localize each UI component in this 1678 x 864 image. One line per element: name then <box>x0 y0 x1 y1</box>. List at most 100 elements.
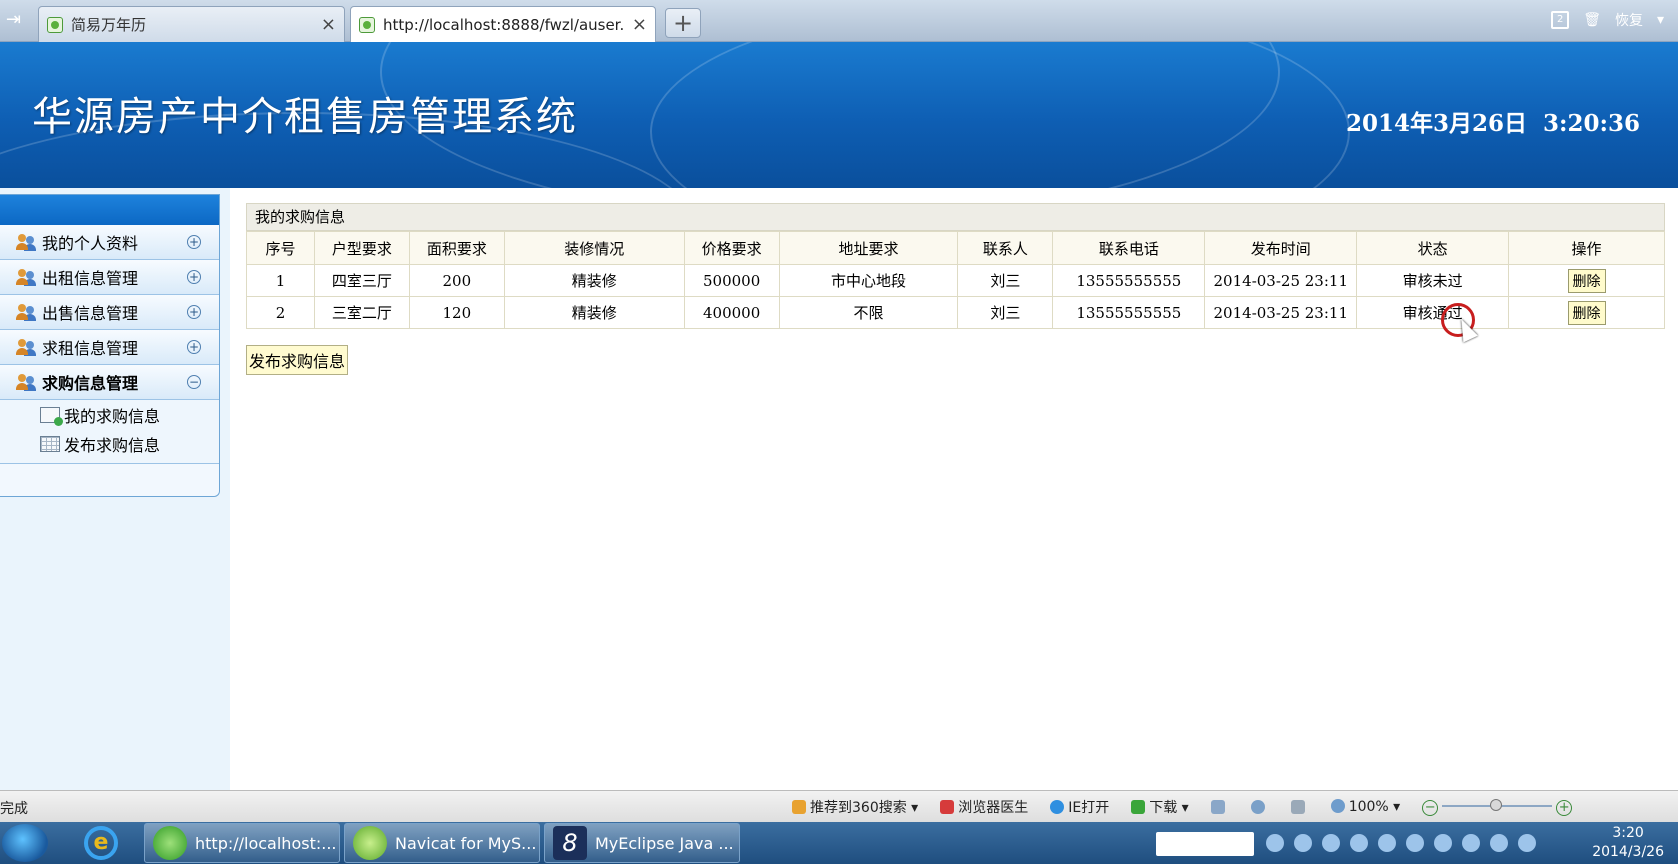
browser-doctor-button[interactable]: 浏览器医生 <box>940 797 1028 817</box>
users-icon <box>16 303 38 321</box>
users-icon <box>16 268 38 286</box>
ie-open-label: IE打开 <box>1068 800 1110 816</box>
cell-contact: 刘三 <box>957 296 1054 329</box>
browser-tab-calendar[interactable]: 简易万年历 × <box>38 6 345 42</box>
download-arrow-icon <box>1131 800 1146 814</box>
tray-app-icon[interactable] <box>1350 834 1368 852</box>
column-header: 联系电话 <box>1052 231 1206 265</box>
thumbs-up-icon <box>792 800 806 814</box>
zoom-thumb[interactable] <box>1490 798 1503 811</box>
expand-icon[interactable]: + <box>187 305 201 319</box>
cell-layout: 四室三厅 <box>313 264 410 297</box>
column-header: 户型要求 <box>313 231 410 265</box>
download-label: 下载 <box>1149 800 1178 816</box>
ie-pinned-icon[interactable]: e <box>84 826 118 860</box>
chevron-down-icon[interactable]: ▾ <box>1657 12 1664 28</box>
sidebar-item-seek-rent[interactable]: 求租信息管理 + <box>0 330 219 365</box>
tray-search-box[interactable] <box>1156 832 1254 856</box>
restore-button[interactable]: 恢复 <box>1615 10 1643 30</box>
shield-icon[interactable] <box>1250 800 1265 814</box>
cell-decoration: 精装修 <box>503 296 685 329</box>
tray-app-icon[interactable] <box>1490 834 1508 852</box>
cell-action: 删除 <box>1508 296 1665 329</box>
system-clock[interactable]: 3:20 2014/3/26 <box>1592 824 1664 862</box>
site-header-banner: 华源房产中介租售房管理系统 2014年3月26日 3:20:36 <box>0 42 1678 188</box>
sidebar-item-sell[interactable]: 出售信息管理 + <box>0 295 219 330</box>
sidebar-item-seek-buy[interactable]: 求购信息管理 − <box>0 365 219 400</box>
ie-open-button[interactable]: IE打开 <box>1050 797 1109 817</box>
monitor-icon[interactable] <box>1462 834 1480 852</box>
browser-360-icon <box>153 826 187 860</box>
taskbar-item-navicat[interactable]: Navicat for MyS... <box>344 823 540 863</box>
column-header: 操作 <box>1508 231 1665 265</box>
column-header: 地址要求 <box>778 231 959 265</box>
sidebar-toggle-icon[interactable]: ⇥ <box>6 10 28 30</box>
search-icon[interactable] <box>1518 834 1536 852</box>
expand-icon[interactable]: + <box>187 270 201 284</box>
new-tab-button[interactable]: + <box>665 8 701 38</box>
cell-time: 2014-03-25 23:11 <box>1204 264 1358 297</box>
zoom-track[interactable] <box>1442 798 1553 811</box>
zoom-level-button[interactable]: 100% ▾ <box>1330 799 1400 815</box>
cell-status: 审核通过 <box>1356 296 1510 329</box>
shield-icon[interactable] <box>1406 834 1424 852</box>
first-aid-icon <box>940 800 955 814</box>
speaker-icon[interactable] <box>1290 800 1305 814</box>
cell-phone: 13555555555 <box>1052 296 1206 329</box>
sidebar-subitem-label: 我的求购信息 <box>64 406 161 426</box>
browser-tab-localhost[interactable]: http://localhost:8888/fwzl/auser... × <box>350 6 656 42</box>
download-button[interactable]: 下载 ▾ <box>1131 797 1189 817</box>
window-icon[interactable] <box>1210 800 1225 814</box>
expand-icon[interactable]: + <box>187 235 201 249</box>
sidebar-item-label: 出租信息管理 <box>42 269 139 288</box>
trash-icon[interactable]: 🗑 <box>1583 12 1601 28</box>
magnifier-icon <box>1330 799 1345 813</box>
zoom-out-icon[interactable]: − <box>1422 799 1439 816</box>
tab-label: 简易万年历 <box>71 16 147 34</box>
sidebar-subitem-publish-seek-buy[interactable]: 发布求购信息 <box>0 429 219 458</box>
zoom-label: 100% <box>1348 799 1389 815</box>
sidebar-footer <box>0 463 219 496</box>
collapse-icon[interactable]: − <box>187 375 201 389</box>
tray-app-icon[interactable] <box>1322 834 1340 852</box>
column-header: 发布时间 <box>1204 231 1358 265</box>
column-header: 联系人 <box>957 231 1054 265</box>
os-taskbar: e http://localhost:... Navicat for MyS..… <box>0 822 1678 864</box>
sidebar-item-profile[interactable]: 我的个人资料 + <box>0 225 219 260</box>
delete-button[interactable]: 删除 <box>1567 268 1606 293</box>
taskbar-item-browser[interactable]: http://localhost:... <box>144 823 340 863</box>
sidebar-item-label: 出售信息管理 <box>42 304 139 323</box>
cell-price: 400000 <box>683 296 780 329</box>
network-icon[interactable] <box>1294 834 1312 852</box>
cell-price: 500000 <box>683 264 780 297</box>
close-icon[interactable]: × <box>321 14 336 35</box>
start-button[interactable] <box>2 824 48 862</box>
expand-icon[interactable]: + <box>187 340 201 354</box>
taskbar-item-label: http://localhost:... <box>195 833 337 853</box>
site-title: 华源房产中介租售房管理系统 <box>32 94 578 140</box>
cell-layout: 三室二厅 <box>313 296 410 329</box>
page-favicon-icon <box>359 16 375 33</box>
table-grid-icon <box>40 435 60 452</box>
publish-seek-buy-button[interactable]: 发布求购信息 <box>246 345 349 375</box>
table-header-row: 序号 户型要求 面积要求 装修情况 价格要求 地址要求 联系人 联系电话 发布时… <box>246 231 1665 265</box>
sidebar-item-label: 求租信息管理 <box>42 339 139 358</box>
browser-tab-bar: ⇥ 简易万年历 × http://localhost:8888/fwzl/aus… <box>0 0 1678 42</box>
taskbar-item-myeclipse[interactable]: 8 MyEclipse Java ... <box>544 823 740 863</box>
recommend-360-button[interactable]: 推荐到360搜索 ▾ <box>792 797 918 817</box>
window-count-icon[interactable]: 2 <box>1551 11 1570 29</box>
table-row: 1 四室三厅 200 精装修 500000 市中心地段 刘三 135555555… <box>246 264 1665 297</box>
keyboard-icon[interactable] <box>1266 834 1284 852</box>
navicat-icon <box>353 826 387 860</box>
close-icon[interactable]: × <box>632 14 647 35</box>
cell-area: 120 <box>408 296 505 329</box>
delete-button[interactable]: 删除 <box>1567 300 1606 325</box>
zoom-slider[interactable]: − + <box>1422 798 1573 816</box>
column-header: 装修情况 <box>503 231 685 265</box>
sidebar-subitem-my-seek-buy[interactable]: 我的求购信息 <box>0 400 219 429</box>
sidebar-item-rent-out[interactable]: 出租信息管理 + <box>0 260 219 295</box>
volume-icon[interactable] <box>1434 834 1452 852</box>
tray-app-icon[interactable] <box>1378 834 1396 852</box>
tab-label: http://localhost:8888/fwzl/auser... <box>383 15 624 34</box>
zoom-in-icon[interactable]: + <box>1556 799 1573 816</box>
